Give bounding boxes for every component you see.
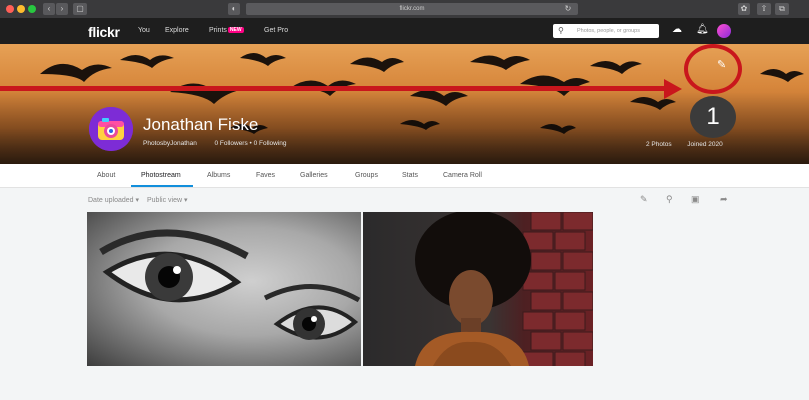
tab-groups[interactable]: Groups xyxy=(355,172,378,179)
profile-name: Jonathan Fiske xyxy=(143,115,259,134)
eyes-image xyxy=(99,229,361,340)
share-browser-button[interactable]: ⇧ xyxy=(757,3,771,15)
reload-icon[interactable]: ↻ xyxy=(563,3,573,15)
tab-albums[interactable]: Albums xyxy=(207,172,230,179)
sidebar-toggle-button[interactable]: ▢ xyxy=(73,3,87,15)
profile-avatar[interactable] xyxy=(89,107,133,151)
pencil-icon[interactable]: ✎ xyxy=(640,194,648,205)
tab-stats[interactable]: Stats xyxy=(402,172,418,179)
active-tab-indicator xyxy=(131,185,193,187)
tab-photostream[interactable]: Photostream xyxy=(141,172,181,179)
camera-avatar-icon xyxy=(89,107,133,151)
tabs-button[interactable]: ⧉ xyxy=(775,3,789,15)
nav-link-explore[interactable]: Explore xyxy=(165,27,189,34)
followers-separator: • xyxy=(249,140,252,147)
address-bar[interactable]: flickr.com xyxy=(246,3,578,15)
photo-portrait[interactable] xyxy=(363,212,593,366)
share-icon[interactable]: ➦ xyxy=(720,194,728,205)
magnifier-icon[interactable]: ⚲ xyxy=(666,194,673,205)
sort-dropdown[interactable]: Date uploaded ▾ xyxy=(88,196,139,204)
profile-tabs: About Photostream Albums Faves Galleries… xyxy=(0,164,809,188)
profile-stats: 2 Photos Joined 2020 xyxy=(646,141,723,148)
annotation-arrow-line xyxy=(0,86,668,91)
shield-icon[interactable]: ◐ xyxy=(228,3,240,15)
flickr-photostream-page: ‹ › ▢ ◐ flickr.com ↻ ✿ ⇧ ⧉ flickr You Ex… xyxy=(0,0,809,400)
search-icon: ⚲ xyxy=(558,26,564,35)
tab-faves[interactable]: Faves xyxy=(256,172,275,179)
site-header: flickr You Explore Prints NEW Get Pro ⚲ P… xyxy=(0,18,809,44)
nav-link-get-pro[interactable]: Get Pro xyxy=(264,27,288,34)
tab-camera-roll[interactable]: Camera Roll xyxy=(443,172,482,179)
annotation-step-number: 1 xyxy=(690,96,736,138)
forward-button[interactable]: › xyxy=(56,3,68,15)
joined-date: Joined 2020 xyxy=(687,141,723,148)
following-count[interactable]: 0 Following xyxy=(254,140,287,147)
tab-about[interactable]: About xyxy=(97,172,115,179)
profile-subline: PhotosbyJonathan 0 Followers • 0 Followi… xyxy=(143,140,287,147)
account-avatar[interactable] xyxy=(717,24,731,38)
nav-link-prints[interactable]: Prints NEW xyxy=(209,27,244,34)
upload-icon[interactable]: ☁ xyxy=(672,24,682,35)
slideshow-icon[interactable]: ▣ xyxy=(691,194,700,205)
photos-count: 2 Photos xyxy=(646,141,672,148)
flickr-logo[interactable]: flickr xyxy=(88,24,120,40)
search-placeholder: Photos, people, or groups xyxy=(577,28,640,34)
zoom-window-button[interactable] xyxy=(28,5,36,13)
photo-eyes[interactable] xyxy=(87,212,361,366)
back-button[interactable]: ‹ xyxy=(43,3,55,15)
followers-count[interactable]: 0 Followers xyxy=(214,140,247,147)
search-input[interactable]: ⚲ Photos, people, or groups xyxy=(553,24,659,38)
extension-icon[interactable]: ✿ xyxy=(738,3,750,15)
new-badge: NEW xyxy=(227,27,244,33)
profile-username: PhotosbyJonathan xyxy=(143,140,197,147)
annotation-arrow-head xyxy=(664,79,682,99)
tab-galleries[interactable]: Galleries xyxy=(300,172,328,179)
view-dropdown[interactable]: Public view ▾ xyxy=(147,196,187,204)
bell-icon[interactable]: 🔔︎ xyxy=(696,24,709,35)
nav-link-you[interactable]: You xyxy=(138,27,150,34)
close-window-button[interactable] xyxy=(6,5,14,13)
url-text: flickr.com xyxy=(399,6,425,12)
annotation-highlight-circle xyxy=(684,44,742,94)
browser-toolbar: ‹ › ▢ ◐ flickr.com ↻ ✿ ⇧ ⧉ xyxy=(0,0,809,18)
portrait-image xyxy=(415,212,593,366)
prints-label: Prints xyxy=(209,27,227,34)
minimize-window-button[interactable] xyxy=(17,5,25,13)
